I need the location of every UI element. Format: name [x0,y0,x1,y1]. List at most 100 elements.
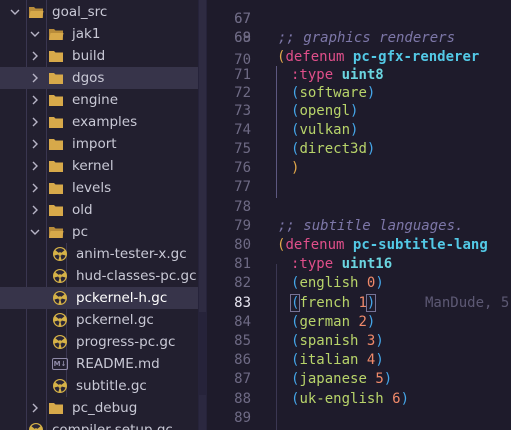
tree-file-pckernel[interactable]: pckernel.gc [0,309,207,331]
enum-name: pc-subtitle-lang [352,237,488,253]
tree-file-compiler-setup[interactable]: compiler-setup.gc [0,419,207,430]
enum-item: english [299,275,359,291]
comment-text: ;; graphics renderers [278,30,456,46]
code-line-75: (direct3d) [291,138,375,160]
tree-label: compiler-setup.gc [52,422,173,430]
code-editor[interactable]: 67 68 67 69 70 71 72 73 74 75 76 77 78 7… [207,0,511,430]
tree-file-readme[interactable]: M↓ README.md [0,353,207,375]
markdown-icon: M↓ [52,358,68,370]
tree-folder-pc[interactable]: pc [0,221,207,243]
enum-item: french [299,295,351,311]
paren-close: ) [375,352,384,368]
code-line-88: (uk-english 6) [291,388,409,410]
tree-label: pckernel.gc [76,312,154,328]
folder-icon [49,205,63,216]
folder-icon [49,51,63,62]
paren-close: ) [350,122,359,138]
tree-label: pc_debug [72,400,138,416]
folder-open-icon [49,227,64,238]
type-keyword: :type [291,256,334,272]
tree-folder-pc-debug[interactable]: pc_debug [0,397,207,419]
enum-value: 2 [358,314,367,330]
line-number: 69 [234,30,251,46]
tree-folder-examples[interactable]: examples [0,111,207,133]
gc-file-icon [53,291,67,305]
tree-label: kernel [72,158,114,174]
scrollbar-thumb[interactable] [199,0,206,312]
tree-folder-old[interactable]: old [0,199,207,221]
tree-file-progress-pc[interactable]: progress-pc.gc [0,331,207,353]
gc-file-icon [53,269,67,283]
tree-file-subtitle[interactable]: subtitle.gc [0,375,207,397]
folder-icon [49,183,63,194]
paren-close: ) [366,141,376,157]
line-number: 87 [234,371,251,387]
enum-item: software [299,85,367,101]
tree-label: examples [72,114,138,130]
enum-item: uk-english [299,391,384,407]
enum-item: spanish [299,333,359,349]
tree-label: subtitle.gc [76,378,147,394]
enum-item: german [299,314,351,330]
defenum-keyword: defenum [285,49,345,65]
tree-label: levels [72,180,112,196]
chevron-down-icon [28,27,42,41]
tree-folder-levels[interactable]: levels [0,177,207,199]
tree-label: old [72,202,93,218]
folder-icon [49,95,63,106]
paren-close: ) [366,314,376,330]
paren-close: ) [383,371,393,387]
scrollbar-track-segment [199,395,206,430]
git-blame-annotation: ManDude, 5 [425,292,509,314]
type-keyword: :type [291,67,334,83]
enum-item: direct3d [299,141,367,157]
comment-text: ;; subtitle languages. [278,218,464,234]
code-line-76: ) [291,157,299,179]
paren-close: ) [366,85,376,101]
tree-file-anim-tester-x[interactable]: anim-tester-x.gc [0,243,207,265]
chevron-right-icon [28,71,42,85]
folder-icon [49,117,63,128]
chevron-right-icon [28,49,42,63]
bracket-match-close: ) [365,294,377,312]
line-number: 77 [234,179,251,195]
tree-label: build [72,48,106,64]
defenum-keyword: defenum [285,237,345,253]
folder-icon [49,139,63,150]
gc-file-icon [53,247,67,261]
chevron-right-icon [28,159,42,173]
tree-file-hud-classes-pc[interactable]: hud-classes-pc.gc [0,265,207,287]
paren-close: ) [291,160,300,176]
explorer-scrollbar[interactable] [198,0,207,430]
tree-label: pckernel-h.gc [76,290,168,306]
folder-icon [49,73,63,84]
folder-open-icon [49,29,64,40]
type-value: uint8 [341,67,384,83]
indent-guide [276,264,277,430]
tree-folder-build[interactable]: build [0,45,207,67]
tree-label: README.md [76,356,160,372]
tree-folder-import[interactable]: import [0,133,207,155]
folder-icon [49,403,63,414]
chevron-right-icon [28,203,42,217]
tree-folder-kernel[interactable]: kernel [0,155,207,177]
enum-item: japanese [299,371,367,387]
enum-item: opengl [299,103,351,119]
tree-folder-engine[interactable]: engine [0,89,207,111]
tree-folder-goal-src[interactable]: goal_src [0,1,207,23]
code-line-87: (japanese 5) [291,368,392,390]
chevron-right-icon [28,115,42,129]
chevron-right-icon [28,181,42,195]
folder-open-icon [29,7,44,18]
tree-folder-jak1[interactable]: jak1 [0,23,207,45]
enum-item: italian [299,352,359,368]
paren-close: ) [400,391,410,407]
tree-label: anim-tester-x.gc [76,246,187,262]
enum-value: 6 [392,391,401,407]
tree-file-pckernel-h[interactable]: pckernel-h.gc [0,287,207,309]
gc-file-icon [53,335,67,349]
tree-folder-dgos[interactable]: dgos [0,67,207,89]
gc-file-icon [53,379,67,393]
type-value: uint16 [341,256,393,272]
chevron-right-icon [28,93,42,107]
